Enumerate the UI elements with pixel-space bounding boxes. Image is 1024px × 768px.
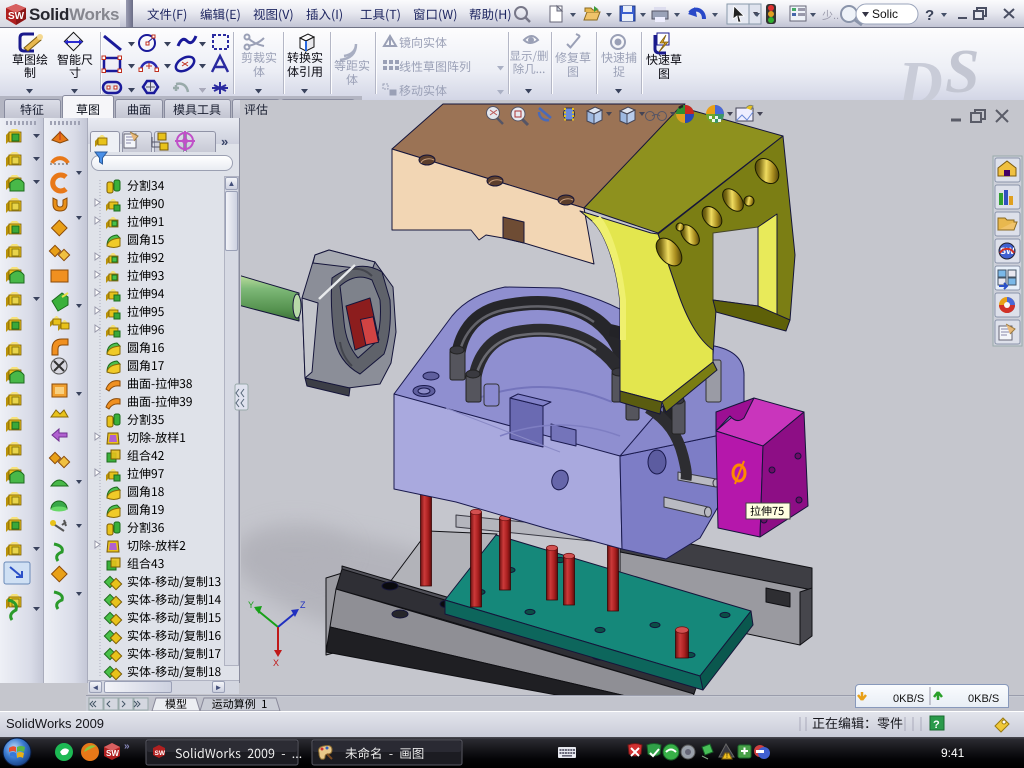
svg-text:0KB/S: 0KB/S <box>893 693 924 705</box>
svg-text:0KB/S: 0KB/S <box>968 693 999 705</box>
svg-text:!: ! <box>726 753 728 760</box>
svg-text:SW: SW <box>155 750 166 757</box>
svg-text:?: ? <box>933 719 940 731</box>
svg-text:SW: SW <box>106 749 119 758</box>
svg-text:»: » <box>124 741 130 752</box>
svg-text:9:41: 9:41 <box>941 746 965 760</box>
